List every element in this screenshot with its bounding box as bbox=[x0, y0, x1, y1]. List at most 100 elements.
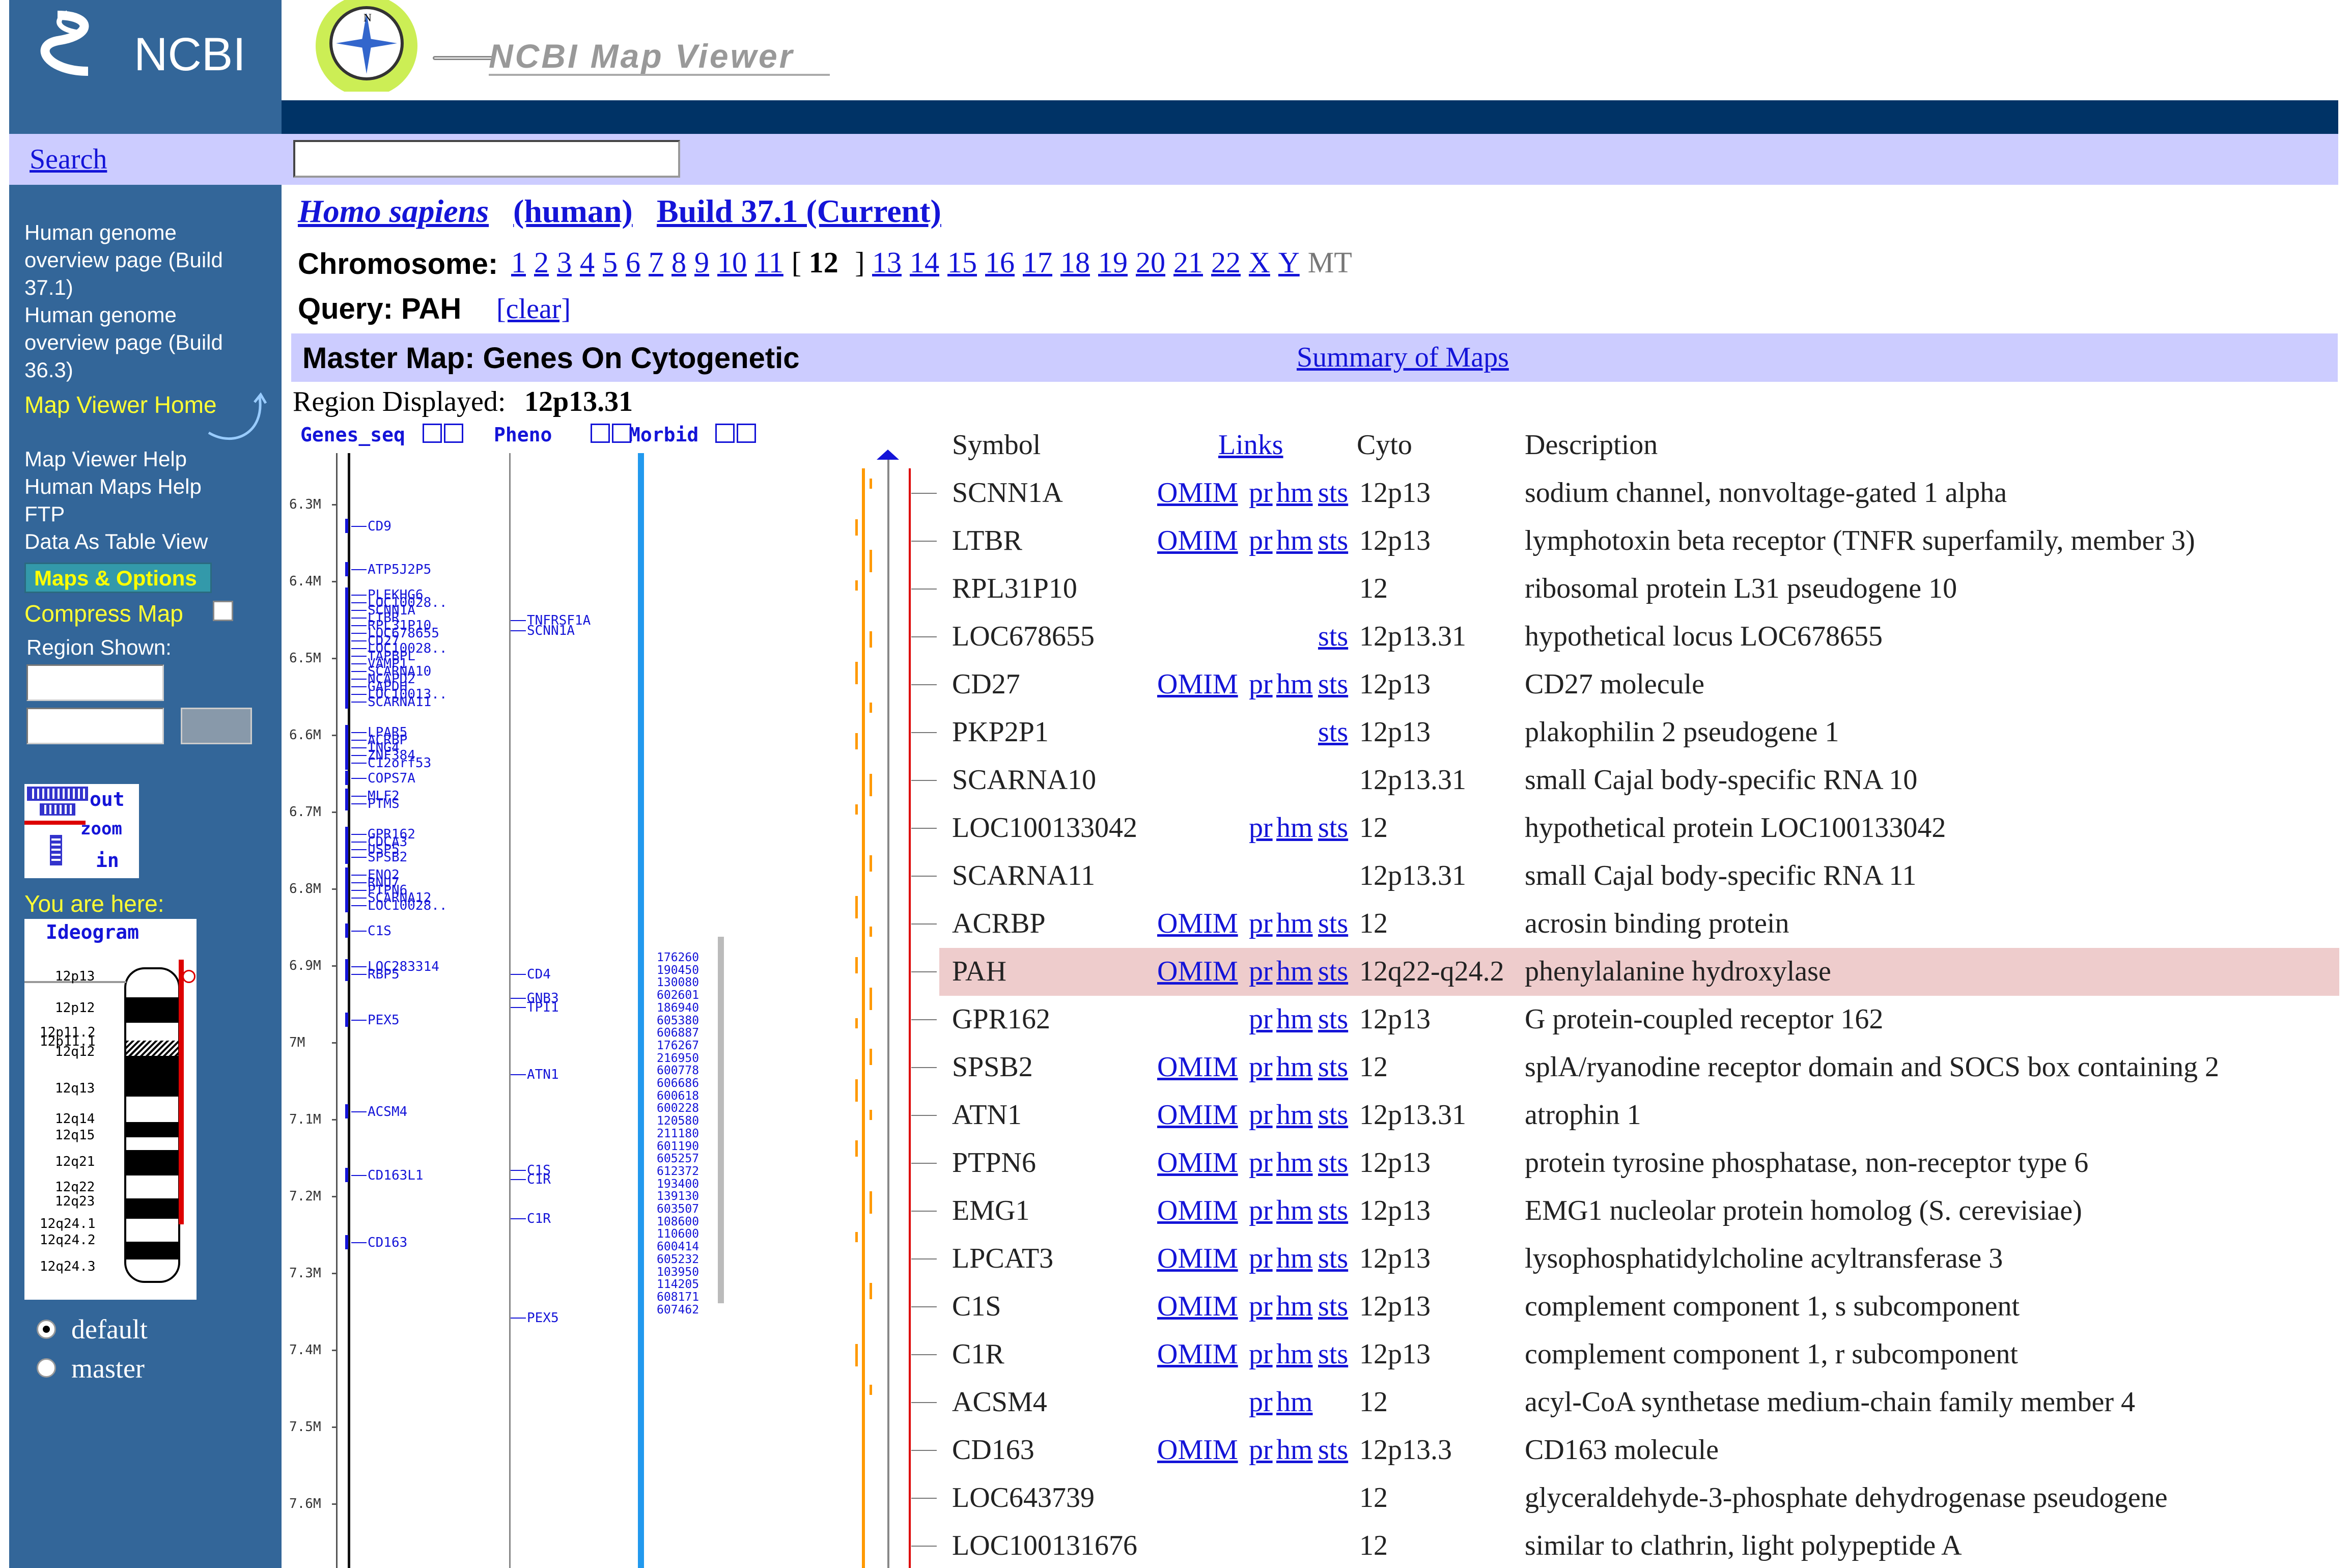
pr-link[interactable]: pr bbox=[1249, 1242, 1273, 1275]
chromosome-link-10[interactable]: 10 bbox=[717, 246, 747, 279]
sidebar-link-map-viewer-help[interactable]: Map Viewer Help bbox=[24, 445, 187, 473]
zoom-out-label[interactable]: out bbox=[90, 788, 125, 810]
gene-label[interactable]: CD163 bbox=[368, 1235, 407, 1250]
omim-link[interactable]: OMIM bbox=[1157, 907, 1238, 940]
sts-link[interactable]: sts bbox=[1318, 1434, 1348, 1466]
pr-link[interactable]: pr bbox=[1249, 524, 1273, 557]
chromosome-link-19[interactable]: 19 bbox=[1098, 246, 1128, 279]
omim-link[interactable]: OMIM bbox=[1157, 477, 1238, 509]
chromosome-link-1[interactable]: 1 bbox=[511, 246, 526, 279]
chromosome-link-4[interactable]: 4 bbox=[580, 246, 595, 279]
zoom-mid-bar[interactable] bbox=[40, 803, 75, 816]
pheno-label[interactable]: SCNN1A bbox=[527, 623, 575, 638]
zoom-out-bar[interactable] bbox=[27, 787, 88, 801]
track-header-pheno[interactable]: Pheno bbox=[494, 424, 552, 446]
track-header-morbid[interactable]: Morbid bbox=[629, 424, 698, 446]
chromosome-link-5[interactable]: 5 bbox=[603, 246, 618, 279]
hm-link[interactable]: hm bbox=[1276, 1434, 1313, 1466]
omim-link[interactable]: OMIM bbox=[1157, 955, 1238, 988]
morbid-label[interactable]: 603507 bbox=[657, 1202, 699, 1216]
morbid-label[interactable]: 211180 bbox=[657, 1127, 699, 1140]
genes-arrow-icon[interactable] bbox=[423, 424, 442, 443]
chromosome-link-9[interactable]: 9 bbox=[694, 246, 709, 279]
pheno-label[interactable]: ATN1 bbox=[527, 1067, 559, 1082]
hm-link[interactable]: hm bbox=[1276, 524, 1313, 557]
pr-link[interactable]: pr bbox=[1249, 1386, 1273, 1418]
gene-label[interactable]: RBP5 bbox=[368, 967, 400, 982]
omim-link[interactable]: OMIM bbox=[1157, 524, 1238, 557]
morbid-label[interactable]: 190450 bbox=[657, 964, 699, 977]
morbid-label[interactable]: 601190 bbox=[657, 1140, 699, 1153]
hm-link[interactable]: hm bbox=[1276, 477, 1313, 509]
pr-link[interactable]: pr bbox=[1249, 668, 1273, 701]
morbid-label[interactable]: 120580 bbox=[657, 1114, 699, 1128]
omim-link[interactable]: OMIM bbox=[1157, 1242, 1238, 1275]
morbid-close-icon[interactable] bbox=[737, 424, 756, 443]
gene-label[interactable]: PTMS bbox=[368, 796, 400, 811]
morbid-label[interactable]: 176260 bbox=[657, 951, 699, 964]
pheno-label[interactable]: C1R bbox=[527, 1211, 551, 1226]
sidebar-link-human-maps-help[interactable]: Human Maps Help bbox=[24, 473, 202, 500]
chromosome-link-14[interactable]: 14 bbox=[910, 246, 939, 279]
gene-label[interactable]: C12orf53 bbox=[368, 755, 431, 771]
gene-label[interactable]: SCARNA11 bbox=[368, 694, 431, 710]
pheno-label[interactable]: C1R bbox=[527, 1172, 551, 1187]
hm-link[interactable]: hm bbox=[1276, 907, 1313, 940]
chromosome-link-3[interactable]: 3 bbox=[557, 246, 572, 279]
chromosome-link-8[interactable]: 8 bbox=[671, 246, 686, 279]
morbid-label[interactable]: 605380 bbox=[657, 1014, 699, 1027]
morbid-label[interactable]: 114205 bbox=[657, 1278, 699, 1291]
pr-link[interactable]: pr bbox=[1249, 1051, 1273, 1083]
sts-link[interactable]: sts bbox=[1318, 1146, 1348, 1179]
sts-link[interactable]: sts bbox=[1318, 907, 1348, 940]
omim-link[interactable]: OMIM bbox=[1157, 1338, 1238, 1370]
sts-link[interactable]: sts bbox=[1318, 1003, 1348, 1035]
morbid-label[interactable]: 193400 bbox=[657, 1178, 699, 1191]
hm-link[interactable]: hm bbox=[1276, 955, 1313, 988]
pr-link[interactable]: pr bbox=[1249, 907, 1273, 940]
chromosome-link-Y[interactable]: Y bbox=[1278, 246, 1300, 279]
pr-link[interactable]: pr bbox=[1249, 1434, 1273, 1466]
chromosome-link-X[interactable]: X bbox=[1249, 246, 1270, 279]
pheno-arrow-icon[interactable] bbox=[591, 424, 610, 443]
hm-link[interactable]: hm bbox=[1276, 1003, 1313, 1035]
chromosome-link-11[interactable]: 11 bbox=[755, 246, 783, 279]
omim-link[interactable]: OMIM bbox=[1157, 1051, 1238, 1083]
chromosome-ideogram[interactable] bbox=[124, 967, 180, 1283]
pheno-label[interactable]: CD4 bbox=[527, 967, 551, 982]
hm-link[interactable]: hm bbox=[1276, 1338, 1313, 1370]
gene-label[interactable]: SPSB2 bbox=[368, 850, 407, 865]
sts-link[interactable]: sts bbox=[1318, 477, 1348, 509]
zoom-in-bar[interactable] bbox=[50, 835, 62, 865]
gene-label[interactable]: CD9 bbox=[368, 519, 391, 534]
radio-master[interactable] bbox=[37, 1358, 56, 1378]
radio-default[interactable] bbox=[37, 1320, 56, 1339]
morbid-label[interactable]: 606686 bbox=[657, 1077, 699, 1090]
omim-link[interactable]: OMIM bbox=[1157, 668, 1238, 701]
hm-link[interactable]: hm bbox=[1276, 1290, 1313, 1323]
sts-link[interactable]: sts bbox=[1318, 668, 1348, 701]
clear-query-link[interactable]: [clear] bbox=[496, 293, 571, 325]
region-to-input[interactable] bbox=[26, 708, 164, 744]
search-link[interactable]: Search bbox=[30, 143, 107, 176]
summary-up-arrow-icon[interactable] bbox=[877, 450, 899, 460]
sts-link[interactable]: sts bbox=[1318, 1099, 1348, 1131]
zoom-in-label[interactable]: in bbox=[96, 849, 119, 872]
omim-link[interactable]: OMIM bbox=[1157, 1434, 1238, 1466]
gene-label[interactable]: CD163L1 bbox=[368, 1168, 424, 1183]
sidebar-link-build-37[interactable]: Human genome overview page (Build 37.1) bbox=[24, 219, 259, 301]
pr-link[interactable]: pr bbox=[1249, 1099, 1273, 1131]
ncbi-logo[interactable]: NCBI bbox=[9, 0, 282, 101]
sts-link[interactable]: sts bbox=[1318, 1242, 1348, 1275]
morbid-label[interactable]: 608171 bbox=[657, 1291, 699, 1304]
hm-link[interactable]: hm bbox=[1276, 668, 1313, 701]
pr-link[interactable]: pr bbox=[1249, 1290, 1273, 1323]
hm-link[interactable]: hm bbox=[1276, 1194, 1313, 1227]
ideogram-panel[interactable]: Ideogram 12p13 12p12 12p11.2 12p11.1 12q… bbox=[24, 919, 197, 1300]
hm-link[interactable]: hm bbox=[1276, 1099, 1313, 1131]
morbid-label[interactable]: 602601 bbox=[657, 989, 699, 1002]
gene-label[interactable]: PEX5 bbox=[368, 1013, 400, 1028]
chromosome-link-22[interactable]: 22 bbox=[1211, 246, 1241, 279]
pr-link[interactable]: pr bbox=[1249, 1194, 1273, 1227]
omim-link[interactable]: OMIM bbox=[1157, 1290, 1238, 1323]
